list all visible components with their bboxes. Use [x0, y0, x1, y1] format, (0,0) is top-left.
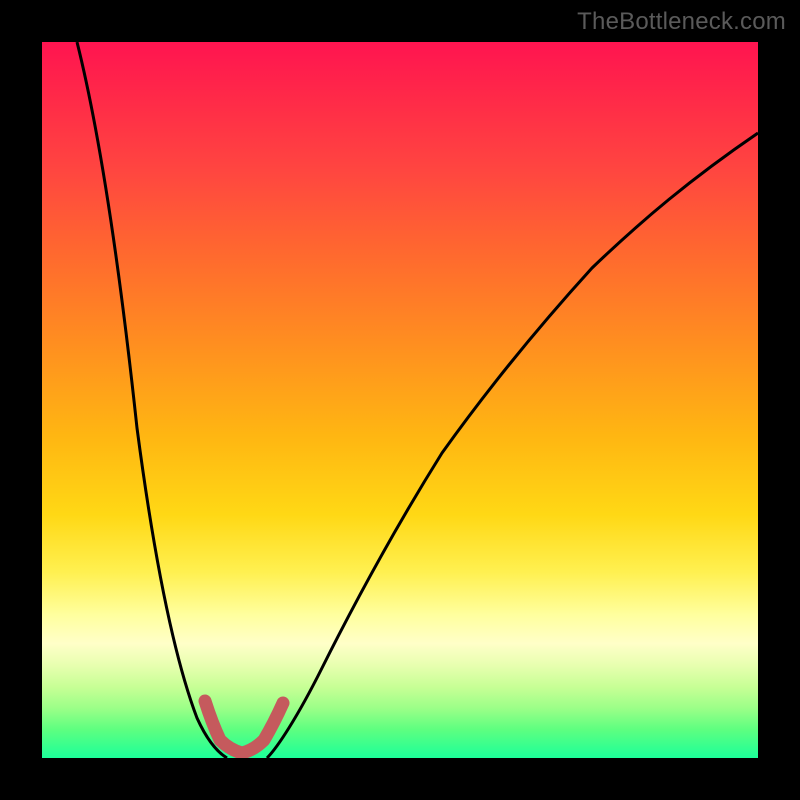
- left-curve-path: [77, 42, 227, 758]
- plot-area: [42, 42, 758, 758]
- curve-svg: [42, 42, 758, 758]
- watermark-text: TheBottleneck.com: [577, 8, 786, 36]
- trough-marker-path: [205, 701, 283, 753]
- chart-frame: TheBottleneck.com: [0, 0, 800, 800]
- right-curve-path: [267, 133, 758, 758]
